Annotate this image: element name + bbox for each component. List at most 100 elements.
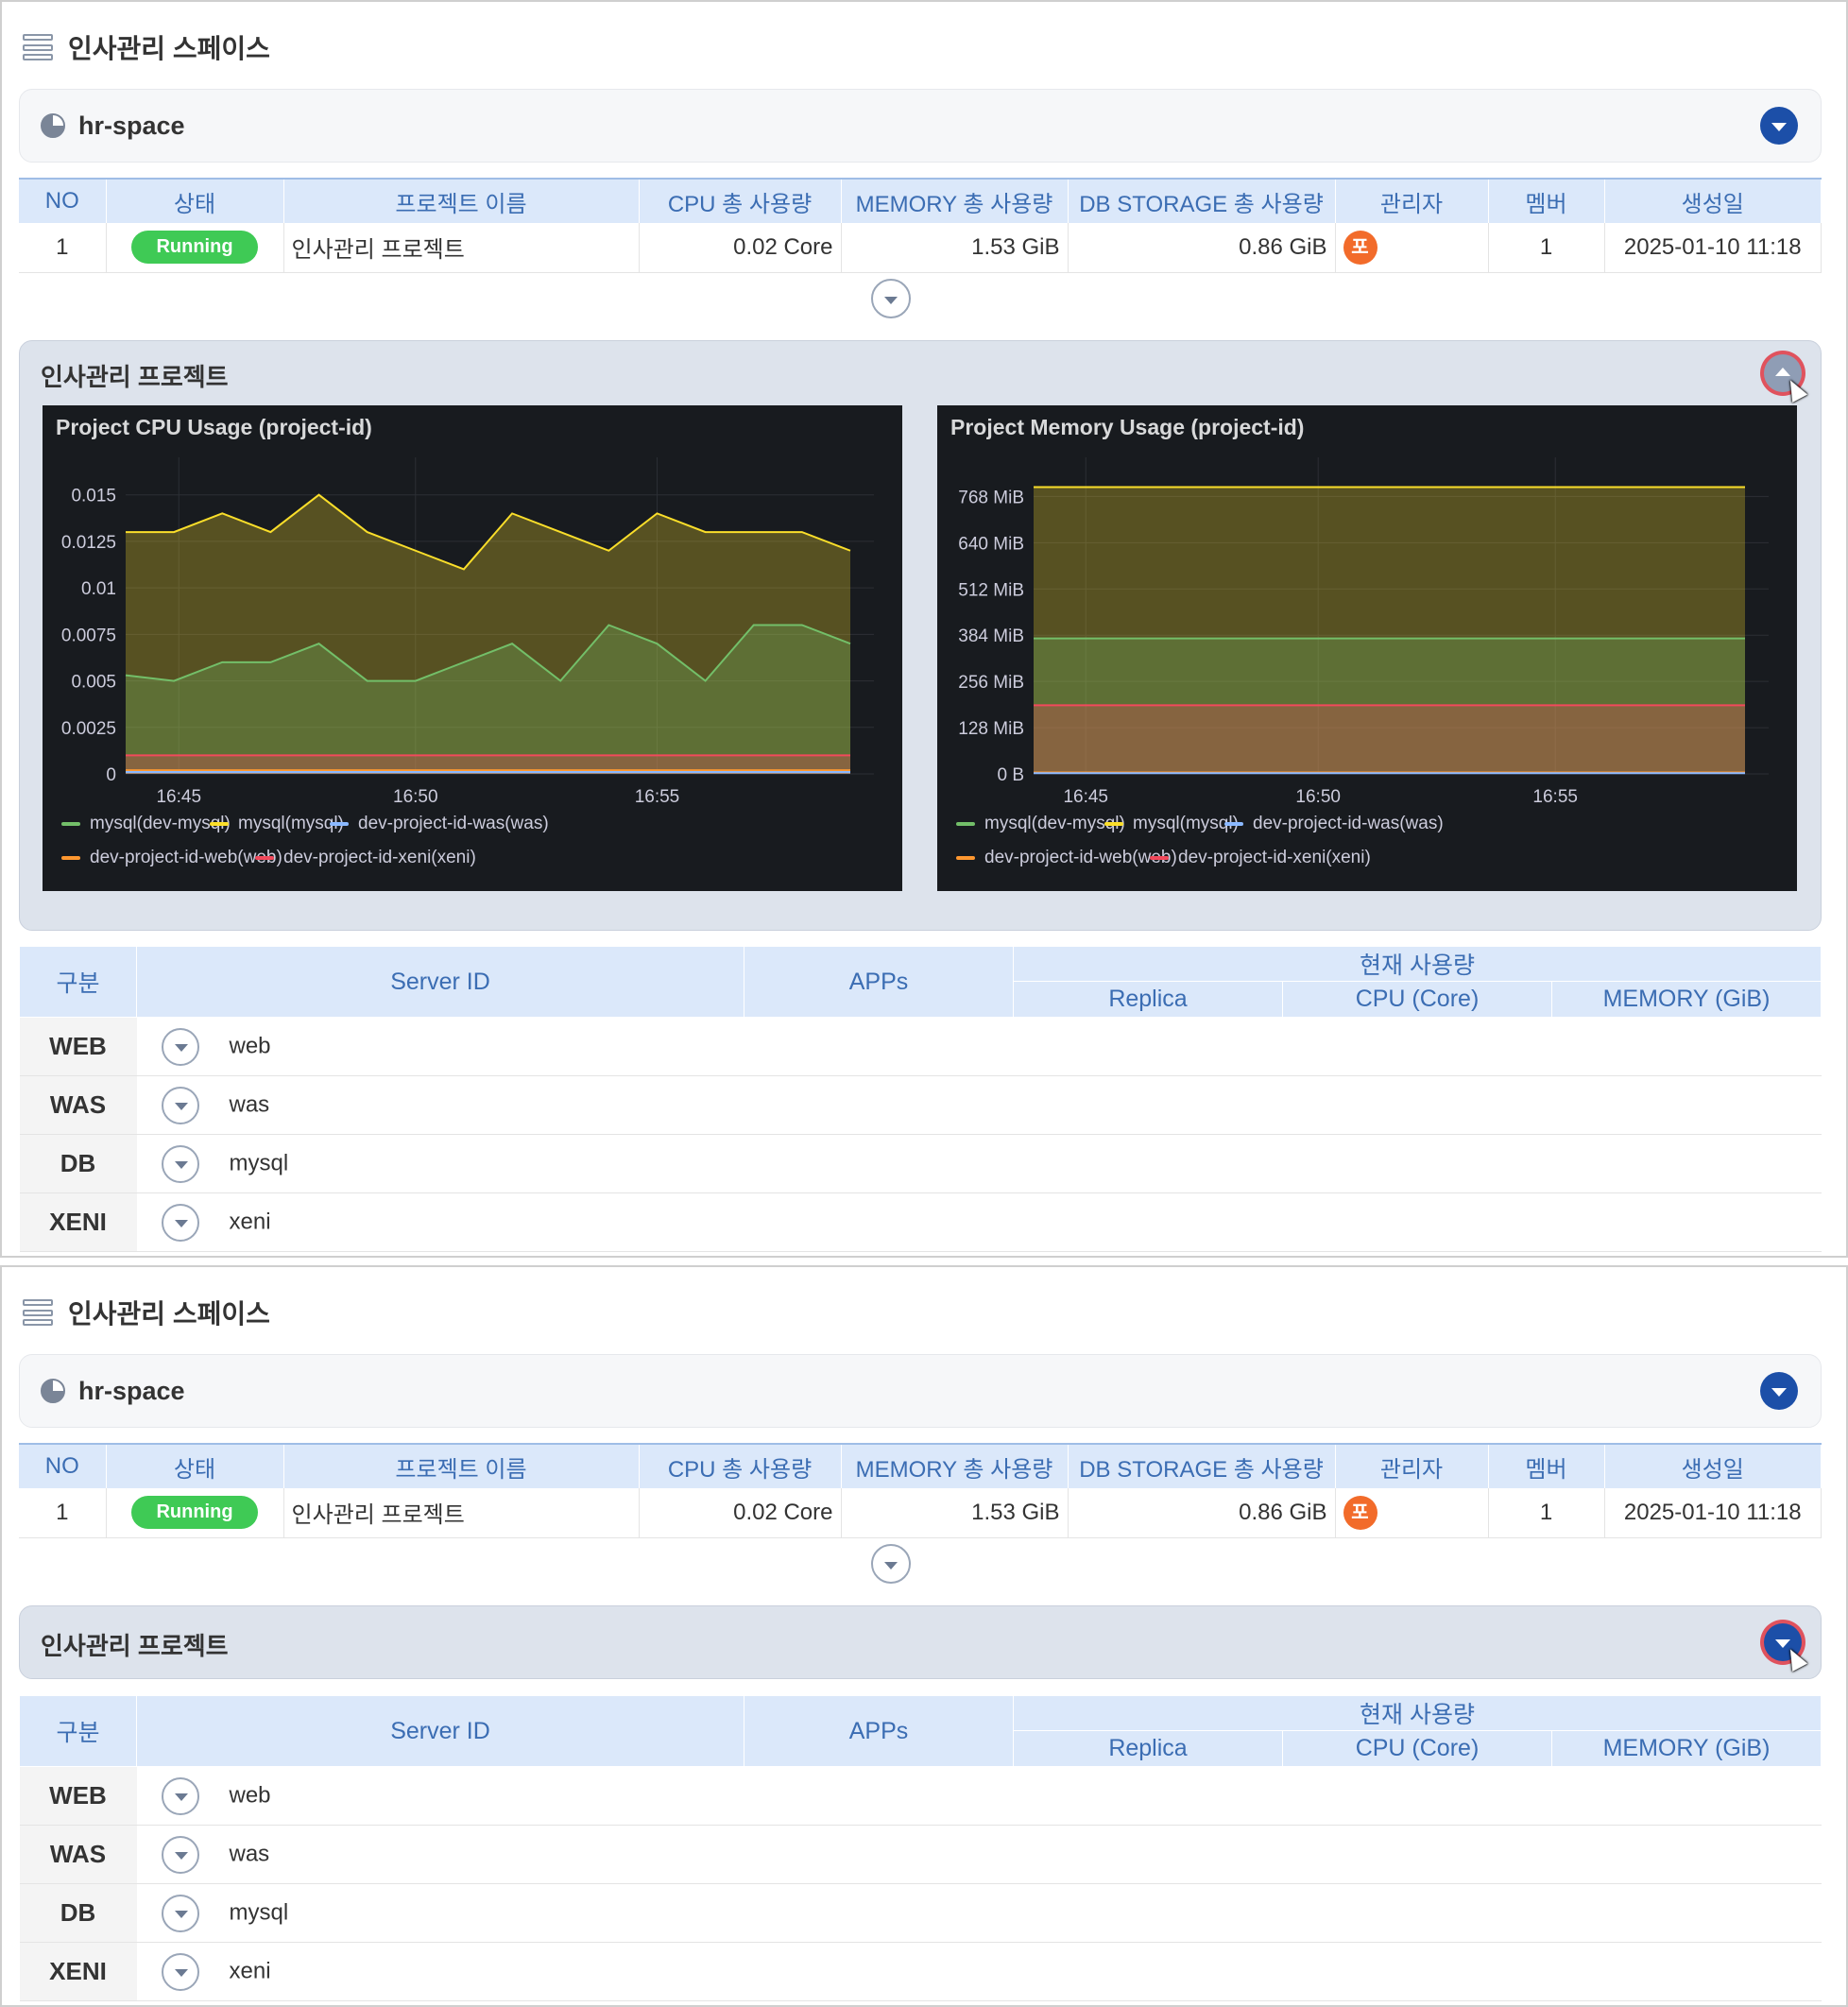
- y-tick-label: 0: [106, 765, 116, 785]
- table-row: DB mysql: [19, 1134, 1822, 1193]
- page-title: 인사관리 스페이스: [68, 34, 270, 63]
- cell-no: 1: [19, 1488, 107, 1538]
- server-expand-button[interactable]: [161, 1835, 199, 1874]
- cell-category: XENI: [19, 1942, 137, 2001]
- legend-swatch: [1224, 822, 1243, 826]
- space-header: hr-space: [19, 89, 1822, 163]
- project-panel-title: 인사관리 프로젝트: [41, 363, 229, 391]
- table-row: WAS was: [19, 1075, 1822, 1135]
- cell-created: 2025-01-10 11:18: [1604, 1488, 1822, 1538]
- y-tick-label: 0.01: [81, 579, 116, 599]
- cell-category: XENI: [19, 1192, 137, 1252]
- space-name: hr-space: [78, 111, 185, 140]
- x-tick-label: 16:55: [1532, 787, 1578, 807]
- cell-category: WEB: [19, 1017, 137, 1076]
- col-cpu: CPU 총 사용량: [639, 180, 842, 223]
- server-expand-button[interactable]: [161, 1776, 199, 1815]
- pie-chart-icon: [41, 113, 65, 138]
- col-project-name: 프로젝트 이름: [283, 1445, 640, 1488]
- server-expand-button[interactable]: [161, 1086, 199, 1124]
- cell-memory: 1.53 GiB: [841, 223, 1069, 273]
- y-tick-label: 0 B: [997, 765, 1024, 785]
- cell-cpu: 0.02 Core: [639, 223, 842, 273]
- legend-entry[interactable]: mysql(dev-mysql): [984, 814, 1125, 833]
- cell-server-id: xeni: [229, 1208, 271, 1234]
- col-category: 구분: [19, 1695, 137, 1767]
- y-tick-label: 512 MiB: [958, 580, 1024, 600]
- legend-swatch: [956, 856, 975, 860]
- table-row: DB mysql: [19, 1883, 1822, 1943]
- avatar: 포: [1343, 230, 1377, 265]
- x-tick-label: 16:50: [1295, 787, 1341, 807]
- table-row[interactable]: 1 Running 인사관리 프로젝트 0.02 Core 1.53 GiB 0…: [19, 1488, 1822, 1538]
- cpu-usage-chart: Project CPU Usage (project-id) 0 0.0025 0.…: [43, 405, 902, 891]
- server-stack-icon: [23, 1299, 53, 1326]
- space-header: hr-space: [19, 1354, 1822, 1428]
- cell-project-name[interactable]: 인사관리 프로젝트: [283, 223, 640, 273]
- col-apps: APPs: [744, 1695, 1014, 1767]
- server-table: 구분 Server ID APPs 현재 사용량 Replica CPU (Co…: [19, 1695, 1822, 2001]
- cell-admin: 포: [1335, 1488, 1489, 1538]
- row-expand-button[interactable]: [871, 1544, 911, 1584]
- server-expand-button[interactable]: [161, 1203, 199, 1242]
- legend-entry[interactable]: dev-project-id-was(was): [358, 814, 549, 833]
- cell-no: 1: [19, 223, 107, 273]
- space-name: hr-space: [78, 1376, 185, 1405]
- col-admin: 관리자: [1335, 180, 1489, 223]
- cell-server-id: mysql: [229, 1149, 289, 1175]
- legend-entry[interactable]: dev-project-id-web(web): [90, 848, 282, 867]
- cell-db-storage: 0.86 GiB: [1068, 1488, 1336, 1538]
- table-row: XENI xeni: [19, 1192, 1822, 1252]
- cell-server-id: web: [229, 1032, 271, 1058]
- cell-server-id: xeni: [229, 1957, 271, 1983]
- cell-category: DB: [19, 1134, 137, 1193]
- legend-swatch: [1150, 856, 1169, 860]
- server-expand-button[interactable]: [161, 1027, 199, 1066]
- x-tick-label: 16:45: [1063, 787, 1108, 807]
- cell-members: 1: [1488, 223, 1605, 273]
- server-expand-button[interactable]: [161, 1952, 199, 1991]
- server-expand-button[interactable]: [161, 1894, 199, 1932]
- cell-created: 2025-01-10 11:18: [1604, 223, 1822, 273]
- space-collapse-button[interactable]: [1760, 1372, 1798, 1410]
- legend-swatch: [956, 822, 975, 826]
- avatar: 포: [1343, 1495, 1377, 1530]
- y-tick-label: 0.0125: [61, 533, 116, 553]
- table-row: WEB web: [19, 1766, 1822, 1826]
- legend-swatch: [1104, 822, 1123, 826]
- cell-memory: 1.53 GiB: [841, 1488, 1069, 1538]
- legend-entry[interactable]: mysql(mysql): [1133, 814, 1239, 833]
- screen-collapsed: 인사관리 스페이스 hr-space NO 상태 프로젝트 이름 CPU 총 사…: [0, 1265, 1848, 2007]
- server-expand-button[interactable]: [161, 1144, 199, 1183]
- legend-entry[interactable]: mysql(dev-mysql): [90, 814, 231, 833]
- page-title: 인사관리 스페이스: [68, 1299, 270, 1329]
- cell-category: WAS: [19, 1825, 137, 1884]
- y-tick-label: 640 MiB: [958, 534, 1024, 554]
- legend-entry[interactable]: dev-project-id-xeni(xeni): [1178, 848, 1371, 867]
- table-row[interactable]: 1 Running 인사관리 프로젝트 0.02 Core 1.53 GiB 0…: [19, 223, 1822, 273]
- col-project-name: 프로젝트 이름: [283, 180, 640, 223]
- cpu-chart-svg: 0 0.0025 0.005 0.0075 0.01 0.0125 0.015 16:45 16…: [61, 457, 874, 867]
- table-row: WAS was: [19, 1825, 1822, 1884]
- row-expand-button[interactable]: [871, 279, 911, 318]
- legend-entry[interactable]: dev-project-id-was(was): [1253, 814, 1444, 833]
- col-cpu-core: CPU (Core): [1282, 1730, 1552, 1767]
- status-badge: Running: [131, 1496, 258, 1530]
- col-created: 생성일: [1604, 1445, 1822, 1488]
- table-row: XENI xeni: [19, 1942, 1822, 2001]
- legend-swatch: [210, 822, 229, 826]
- col-no: NO: [19, 1445, 107, 1488]
- col-members: 멤버: [1488, 1445, 1605, 1488]
- legend-entry[interactable]: dev-project-id-web(web): [984, 848, 1177, 867]
- col-no: NO: [19, 180, 107, 223]
- y-tick-label: 384 MiB: [958, 626, 1024, 646]
- legend-entry[interactable]: dev-project-id-xeni(xeni): [283, 848, 476, 867]
- project-detail-panel: 인사관리 프로젝트 Project CPU Usage (project-id)…: [19, 340, 1822, 931]
- cell-server-id: was: [229, 1090, 270, 1117]
- space-collapse-button[interactable]: [1760, 107, 1798, 145]
- legend-entry[interactable]: mysql(mysql): [238, 814, 344, 833]
- cell-db-storage: 0.86 GiB: [1068, 223, 1336, 273]
- col-server-id: Server ID: [136, 946, 744, 1018]
- status-badge: Running: [131, 231, 258, 265]
- cell-project-name[interactable]: 인사관리 프로젝트: [283, 1488, 640, 1538]
